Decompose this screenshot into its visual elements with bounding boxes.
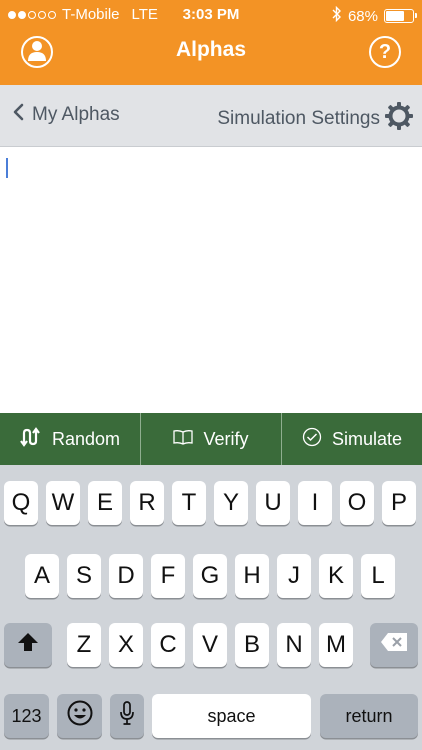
key-q[interactable]: Q: [4, 481, 38, 525]
emoji-key[interactable]: [57, 694, 102, 738]
on-screen-keyboard: QWERTYUIOP ASDFGHJKL ZXCVBNM 123 space r…: [0, 465, 422, 750]
backspace-icon: [380, 631, 408, 659]
key-g[interactable]: G: [193, 554, 227, 598]
back-label: My Alphas: [32, 104, 120, 125]
key-l[interactable]: L: [361, 554, 395, 598]
key-n[interactable]: N: [277, 623, 311, 667]
help-button[interactable]: ?: [369, 36, 401, 68]
random-button[interactable]: Random: [0, 413, 141, 465]
shift-key[interactable]: [4, 623, 52, 667]
key-p[interactable]: P: [382, 481, 416, 525]
numbers-key[interactable]: 123: [4, 694, 49, 738]
key-a[interactable]: A: [25, 554, 59, 598]
action-bar: Random Verify Simulate: [0, 413, 422, 465]
shift-arrow-icon: [17, 631, 39, 659]
alpha-expression-editor[interactable]: [0, 148, 422, 413]
navigation-bar: T-Mobile LTE 3:03 PM 68% Alphas ?: [0, 0, 422, 85]
verify-button[interactable]: Verify: [141, 413, 282, 465]
sub-header: My Alphas Simulation Settings: [0, 85, 422, 147]
verify-label: Verify: [203, 428, 249, 449]
key-e[interactable]: E: [88, 481, 122, 525]
text-cursor: [6, 158, 8, 178]
key-b[interactable]: B: [235, 623, 269, 667]
key-o[interactable]: O: [340, 481, 374, 525]
chevron-left-icon: [12, 103, 24, 127]
book-icon: [173, 429, 194, 450]
page-title: Alphas: [175, 38, 246, 61]
key-z[interactable]: Z: [67, 623, 101, 667]
key-m[interactable]: M: [319, 623, 353, 667]
dictation-key[interactable]: [110, 694, 144, 738]
key-f[interactable]: F: [151, 554, 185, 598]
key-t[interactable]: T: [172, 481, 206, 525]
key-x[interactable]: X: [109, 623, 143, 667]
gear-icon: [384, 101, 414, 137]
emoji-face-icon: [67, 700, 93, 733]
random-label: Random: [51, 428, 121, 449]
simulation-settings-label: Simulation Settings: [217, 108, 380, 129]
simulation-settings-button[interactable]: Simulation Settings: [217, 101, 414, 137]
key-v[interactable]: V: [193, 623, 227, 667]
simulate-button[interactable]: Simulate: [282, 413, 422, 465]
key-i[interactable]: I: [298, 481, 332, 525]
check-circle-icon: [302, 427, 322, 452]
bluetooth-icon: [332, 5, 342, 26]
random-arrows-icon: [20, 426, 42, 452]
key-w[interactable]: W: [46, 481, 80, 525]
backspace-key[interactable]: [370, 623, 418, 667]
question-mark-icon: ?: [378, 40, 392, 63]
space-key[interactable]: space: [152, 694, 311, 738]
key-k[interactable]: K: [319, 554, 353, 598]
key-h[interactable]: H: [235, 554, 269, 598]
key-s[interactable]: S: [67, 554, 101, 598]
key-c[interactable]: C: [151, 623, 185, 667]
microphone-icon: [119, 700, 135, 733]
battery-icon: [384, 9, 417, 23]
key-y[interactable]: Y: [214, 481, 248, 525]
battery-percent: 68%: [347, 7, 378, 25]
key-u[interactable]: U: [256, 481, 290, 525]
simulate-label: Simulate: [331, 428, 403, 449]
back-button[interactable]: My Alphas: [12, 103, 120, 127]
status-bar: T-Mobile LTE 3:03 PM 68%: [0, 0, 422, 30]
key-d[interactable]: D: [109, 554, 143, 598]
key-j[interactable]: J: [277, 554, 311, 598]
key-r[interactable]: R: [130, 481, 164, 525]
return-key[interactable]: return: [320, 694, 418, 738]
